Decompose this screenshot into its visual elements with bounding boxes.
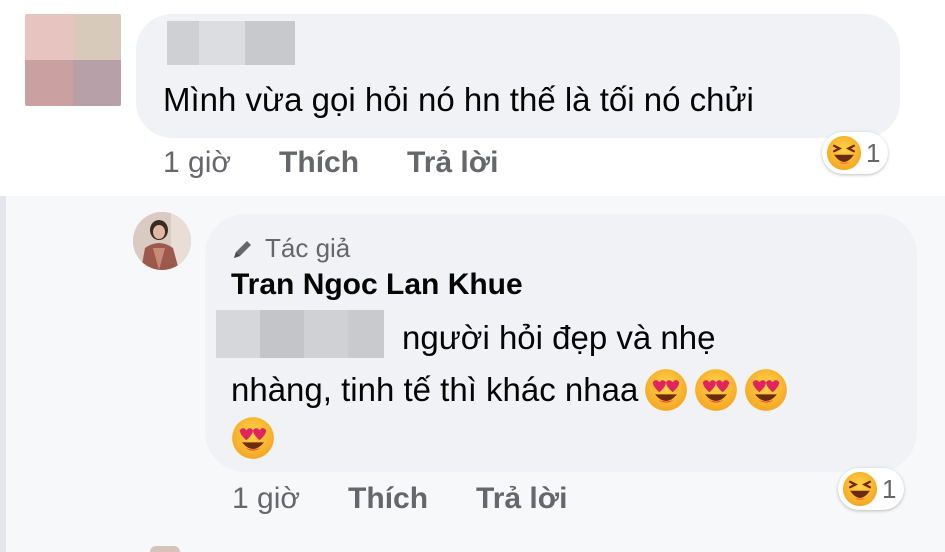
reply-button[interactable]: Trả lời bbox=[407, 146, 498, 180]
author-badge: Tác giả bbox=[231, 233, 350, 264]
comment-timestamp[interactable]: 1 giờ bbox=[163, 146, 231, 180]
heart-eyes-emoji-icon bbox=[644, 368, 688, 412]
reply-actions: 1 giờ Thích Trả lời bbox=[232, 482, 567, 516]
commenter-name-blurred[interactable] bbox=[167, 21, 295, 65]
heart-eyes-emoji-icon bbox=[744, 368, 788, 412]
reaction-count-badge[interactable]: 1 bbox=[838, 468, 905, 510]
author-badge-label: Tác giả bbox=[265, 233, 351, 263]
reaction-count: 1 bbox=[866, 137, 881, 168]
reply-button[interactable]: Trả lời bbox=[476, 482, 567, 516]
pencil-icon bbox=[234, 240, 251, 258]
avatar-blurred[interactable] bbox=[25, 14, 121, 106]
laughing-emoji-icon bbox=[826, 135, 862, 171]
reply-text-line2: nhàng, tinh tế thì khác nhaa bbox=[231, 371, 639, 408]
author-name[interactable]: Tran Ngoc Lan Khue bbox=[231, 268, 523, 302]
reply-text-line3 bbox=[231, 416, 275, 471]
mentioned-name-blurred[interactable] bbox=[216, 310, 384, 358]
reply-text-line2-wrap: nhàng, tinh tế thì khác nhaa bbox=[231, 368, 788, 412]
author-photo bbox=[133, 212, 191, 270]
heart-eyes-emoji-icon bbox=[231, 416, 275, 460]
author-avatar[interactable] bbox=[133, 212, 191, 270]
reaction-count: 1 bbox=[882, 473, 897, 504]
next-avatar-partial bbox=[150, 546, 180, 552]
comment-actions: 1 giờ Thích Trả lời bbox=[163, 146, 498, 180]
reply-text-line1: người hỏi đẹp và nhẹ bbox=[402, 319, 716, 356]
reply-timestamp[interactable]: 1 giờ bbox=[232, 482, 300, 516]
comment-text: Mình vừa gọi hỏi nó hn thế là tối nó chử… bbox=[163, 81, 754, 118]
reaction-count-badge[interactable]: 1 bbox=[822, 132, 889, 174]
like-button[interactable]: Thích bbox=[348, 482, 428, 516]
heart-eyes-emoji-icon bbox=[694, 368, 738, 412]
like-button[interactable]: Thích bbox=[279, 146, 359, 180]
laughing-emoji-icon bbox=[842, 471, 878, 507]
